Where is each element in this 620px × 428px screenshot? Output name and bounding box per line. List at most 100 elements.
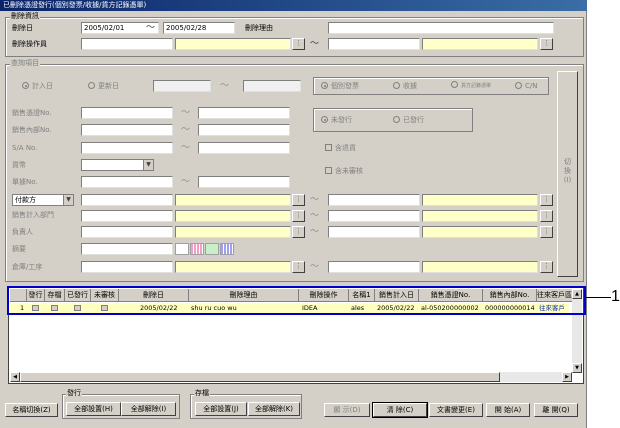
sales-internal-label: 銷售內部No. (12, 126, 52, 134)
radio-not-issued[interactable]: 未發行 (321, 115, 352, 125)
sa-tilde: 〜 (181, 143, 191, 153)
payer-to-lookup-button[interactable]: ⋮ (540, 194, 553, 206)
radio-credit[interactable]: 貨方記錄憑單 (451, 81, 491, 91)
delete-reason-input[interactable] (328, 22, 554, 34)
sales-dept-to-lookup-button[interactable]: ⋮ (540, 210, 553, 222)
delete-reason-label: 刪除理由 (245, 24, 273, 32)
warehouse-to-lookup-button[interactable]: ⋮ (540, 261, 553, 273)
radio-issued[interactable]: 已發行 (393, 115, 424, 125)
warehouse-to-name-input[interactable] (422, 261, 538, 273)
radio-input-date[interactable]: 計入日 (22, 81, 53, 91)
person-label: 負責人 (12, 228, 33, 236)
payer-to-name-input[interactable] (422, 194, 538, 206)
sales-internal-from-input[interactable] (81, 124, 173, 136)
person-to-name-input[interactable] (422, 226, 538, 238)
person-to-code-input[interactable] (328, 226, 420, 238)
order-no-to-input[interactable] (198, 176, 290, 188)
order-no-label: 單據No. (12, 178, 38, 186)
person-from-lookup-button[interactable]: ⋮ (292, 226, 305, 238)
payer-from-name-input[interactable] (175, 194, 291, 206)
sales-internal-to-input[interactable] (198, 124, 290, 136)
scroll-down-icon[interactable]: ▼ (572, 363, 582, 373)
radio-individual[interactable]: 個別發票 (321, 81, 359, 91)
scroll-thumb[interactable] (20, 372, 500, 382)
radio-dot-icon (88, 82, 95, 89)
operator-from-lookup-button[interactable]: ⋮ (292, 38, 305, 50)
chevron-down-icon: ▼ (143, 160, 153, 170)
sales-dept-to-code-input[interactable] (328, 210, 420, 222)
toggle-button[interactable]: 切換(I) (557, 71, 578, 277)
check-include-unreviewed[interactable]: 含未審核 (325, 166, 363, 176)
name-toggle-button[interactable]: 名稱切換(Z) (5, 403, 58, 417)
person-from-name-input[interactable] (175, 226, 291, 238)
checkbox-icon (325, 167, 332, 174)
pattern-green-icon[interactable] (205, 243, 219, 255)
archive-clear-all-button[interactable]: 全部解除(K) (248, 402, 300, 416)
warehouse-from-code-input[interactable] (81, 261, 173, 273)
warehouse-to-code-input[interactable] (328, 261, 420, 273)
operator-to-lookup-button[interactable]: ⋮ (540, 38, 553, 50)
payer-from-lookup-button[interactable]: ⋮ (292, 194, 305, 206)
scroll-right-icon[interactable]: ▶ (562, 372, 572, 382)
sales-dept-from-code-input[interactable] (81, 210, 173, 222)
radio-dot-icon (393, 82, 400, 89)
horizontal-scrollbar[interactable]: ◀ ▶ (10, 372, 572, 382)
payer-tilde: 〜 (310, 195, 320, 205)
delete-date-to-input[interactable]: 2005/02/28 (163, 22, 235, 34)
person-to-lookup-button[interactable]: ⋮ (540, 226, 553, 238)
sa-from-input[interactable] (81, 142, 173, 154)
scroll-left-icon[interactable]: ◀ (10, 372, 20, 382)
archive-group-legend: 存檔 (194, 389, 210, 397)
radio-update-date[interactable]: 更新日 (88, 81, 119, 91)
sales-dept-from-lookup-button[interactable]: ⋮ (292, 210, 305, 222)
close-button[interactable]: 離 開(Q) (534, 403, 578, 417)
operator-to-code-input[interactable] (328, 38, 420, 50)
window-title: 已刪除憑證發行(個別發票/收據/貨方記錄憑單) (0, 0, 587, 11)
radio-dot-icon (22, 82, 29, 89)
currency-combo[interactable]: ▼ (81, 159, 154, 171)
delete-date-label: 刪除日 (12, 24, 33, 32)
query-date-to-input[interactable] (243, 80, 301, 92)
radio-dot-icon (321, 82, 328, 89)
pattern-white-icon[interactable] (175, 243, 189, 255)
warehouse-label: 倉庫/工序 (12, 263, 43, 271)
doc-change-button[interactable]: 文書變更(E) (429, 403, 483, 417)
payer-combo[interactable]: 付款方 ▼ (12, 194, 74, 206)
radio-receipt[interactable]: 收據 (393, 81, 417, 91)
operator-range-tilde: 〜 (310, 39, 320, 49)
radio-dot-icon (451, 81, 458, 88)
summary-input[interactable] (81, 243, 173, 255)
operator-to-name-input[interactable] (422, 38, 538, 50)
delete-operator-label: 刪除操作員 (12, 40, 47, 48)
date-range-tilde: 〜 (146, 23, 156, 33)
operator-from-code-input[interactable] (81, 38, 173, 50)
radio-cn[interactable]: C/N (515, 81, 537, 91)
sales-dept-from-name-input[interactable] (175, 210, 291, 222)
summary-label: 摘要 (12, 245, 26, 253)
callout-number: 1 (611, 288, 620, 305)
check-include-returns[interactable]: 含退貨 (325, 143, 356, 153)
radio-dot-icon (321, 116, 328, 123)
sales-dept-to-name-input[interactable] (422, 210, 538, 222)
start-button[interactable]: 開 始(A) (486, 403, 530, 417)
sa-to-input[interactable] (198, 142, 290, 154)
display-button[interactable]: 顯 示(D) (324, 403, 370, 417)
issue-clear-all-button[interactable]: 全部解除(I) (121, 402, 176, 416)
pattern-pink-icon[interactable] (190, 243, 204, 255)
operator-from-name-input[interactable] (175, 38, 291, 50)
order-no-from-input[interactable] (81, 176, 173, 188)
clear-button[interactable]: 清 除(C) (372, 402, 428, 418)
sales-dept-tilde: 〜 (310, 211, 320, 221)
query-date-from-input[interactable] (153, 80, 211, 92)
sales-slip-to-input[interactable] (198, 107, 290, 119)
issue-set-all-button[interactable]: 全部設置(H) (66, 402, 121, 416)
payer-to-code-input[interactable] (328, 194, 420, 206)
warehouse-from-name-input[interactable] (175, 261, 291, 273)
issue-group-legend: 發行 (66, 389, 82, 397)
archive-set-all-button[interactable]: 全部設置(J) (195, 402, 247, 416)
pattern-blue-icon[interactable] (220, 243, 234, 255)
payer-from-code-input[interactable] (81, 194, 173, 206)
warehouse-from-lookup-button[interactable]: ⋮ (292, 261, 305, 273)
person-from-code-input[interactable] (81, 226, 173, 238)
sales-slip-from-input[interactable] (81, 107, 173, 119)
